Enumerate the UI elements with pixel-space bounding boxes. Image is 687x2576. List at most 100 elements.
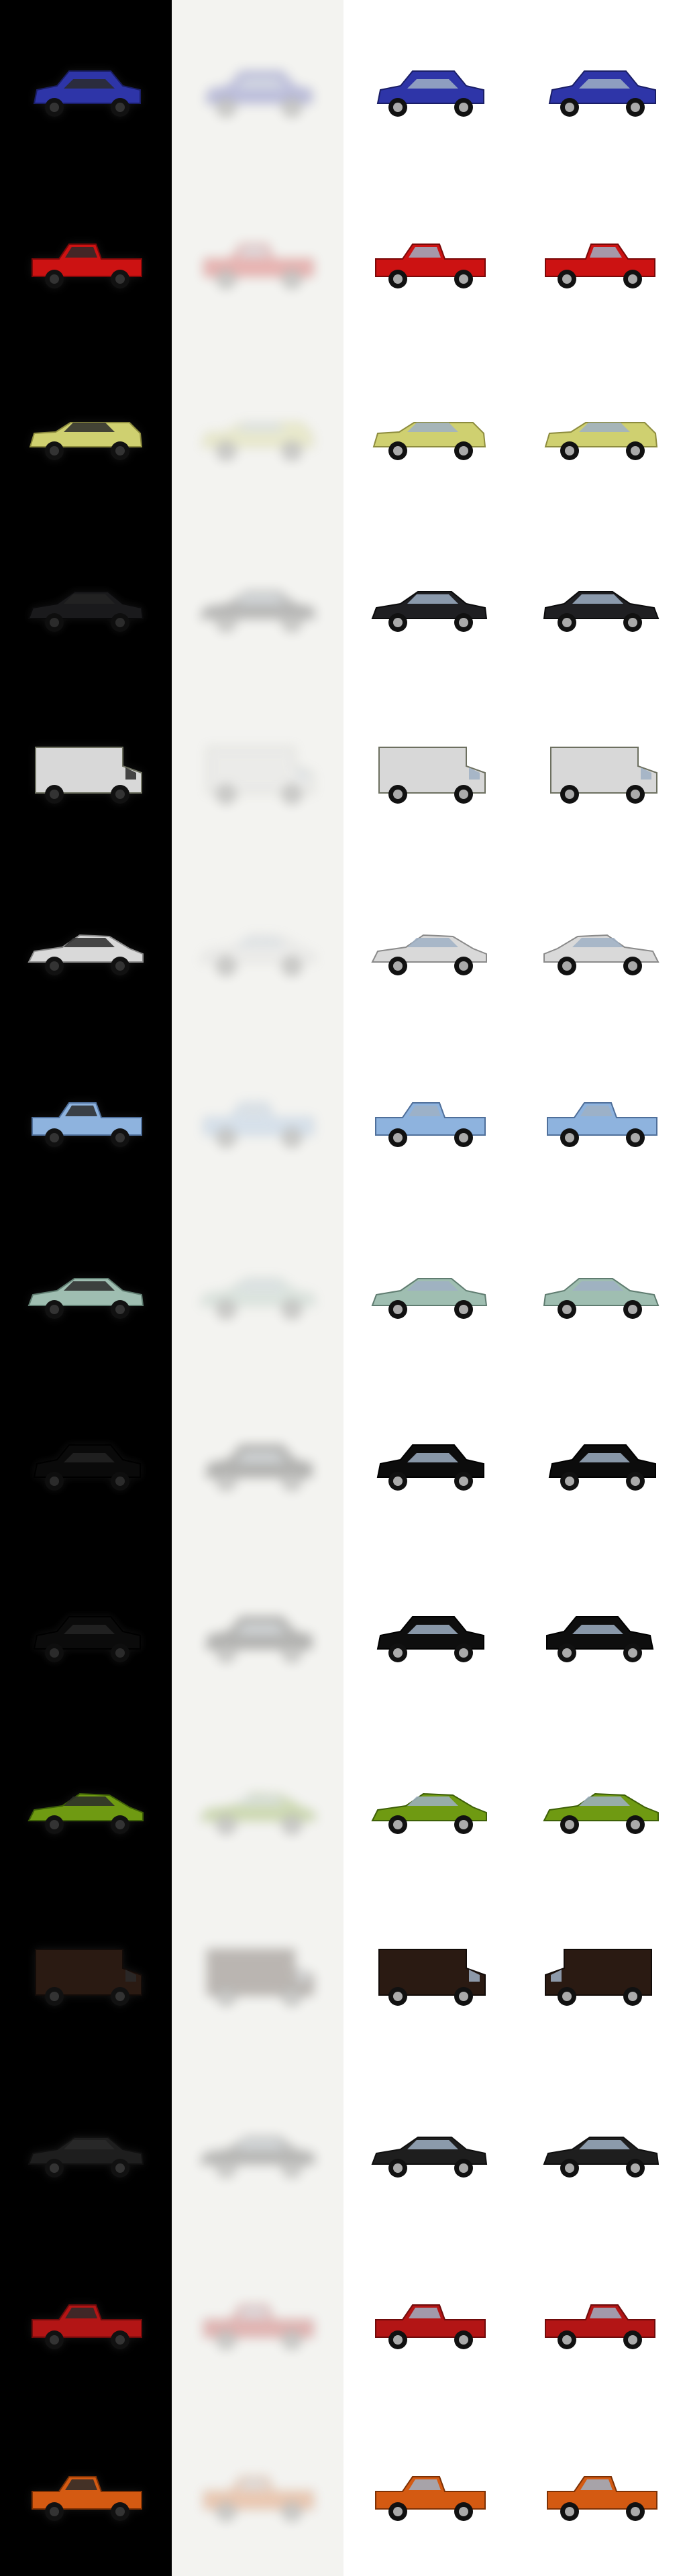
car-render: [544, 422, 658, 460]
thumbnail-black-hatchback-rear-column-side-view: [344, 1546, 515, 1717]
car-render: [543, 1792, 659, 1834]
car-render: [548, 70, 656, 117]
car-render: [203, 1102, 314, 1147]
thumbnail-silver-coupe-column-blurred-render: [172, 859, 344, 1030]
thumbnail-brown-delivery-van-column-dark-render: [0, 1889, 172, 2061]
thumbnail-green-sports-car-column-blurred-render: [172, 1717, 344, 1889]
thumbnail-red-pickup-column-side-view: [344, 172, 515, 343]
car-render: [201, 422, 315, 460]
car-render: [371, 934, 487, 975]
thumbnail-black-sedan-column-side-view: [344, 515, 515, 687]
car-render: [28, 1278, 144, 1319]
thumbnail-red-monster-pickup-column-alt-view: [515, 2233, 687, 2404]
thumbnail-black-sedan-column-dark-render: [0, 515, 172, 687]
thumbnail-black-hatchback-rear-column-dark-render: [0, 1546, 172, 1717]
car-render: [376, 70, 484, 117]
thumbnail-red-pickup-column-blurred-render: [172, 172, 344, 343]
car-render: [547, 1102, 657, 1147]
car-render: [207, 747, 314, 804]
car-render: [205, 1616, 313, 1662]
car-render: [545, 2304, 655, 2349]
thumbnail-silver-coupe-column-alt-view: [515, 859, 687, 1030]
car-render: [199, 591, 316, 632]
car-render: [207, 1949, 314, 2006]
car-render: [545, 1949, 652, 2006]
car-render: [203, 2304, 314, 2349]
thumbnail-red-monster-pickup-column-side-view: [344, 2233, 515, 2404]
car-render: [35, 1949, 142, 2006]
car-render: [199, 1792, 315, 1834]
thumbnail-red-monster-pickup-column-blurred-render: [172, 2233, 344, 2404]
thumbnail-green-muscle-car-column-blurred-render: [172, 1202, 344, 1374]
column-dark-render: [0, 0, 172, 2576]
car-render: [33, 1616, 141, 1662]
thumbnail-brown-delivery-van-column-blurred-render: [172, 1889, 344, 2061]
column-alt-view: [515, 0, 687, 2576]
thumbnail-black-police-car-column-dark-render: [0, 2061, 172, 2233]
car-render: [543, 1278, 659, 1319]
car-render: [378, 1949, 486, 2006]
thumbnail-white-utility-truck-column-blurred-render: [172, 687, 344, 859]
car-render: [378, 747, 486, 804]
thumbnail-black-hatchback-column-alt-view: [515, 1374, 687, 1546]
car-render: [32, 2476, 142, 2521]
car-render: [375, 244, 486, 288]
thumbnail-red-pickup-column-dark-render: [0, 172, 172, 343]
thumbnail-blue-hatchback-column-dark-render: [0, 0, 172, 172]
car-render: [371, 1278, 488, 1319]
car-render: [32, 2304, 142, 2349]
car-render: [203, 244, 314, 288]
thumbnail-black-hatchback-column-dark-render: [0, 1374, 172, 1546]
thumbnail-yellow-wagon-column-alt-view: [515, 343, 687, 515]
thumbnail-black-sedan-column-blurred-render: [172, 515, 344, 687]
thumbnail-blue-hatchback-column-blurred-render: [172, 0, 344, 172]
thumbnail-yellow-wagon-column-blurred-render: [172, 343, 344, 515]
thumbnail-black-hatchback-rear-column-alt-view: [515, 1546, 687, 1717]
car-render: [28, 2137, 144, 2178]
column-blurred-render: [172, 0, 344, 2576]
car-render: [199, 934, 315, 975]
thumbnail-green-muscle-car-column-alt-view: [515, 1202, 687, 1374]
thumbnail-black-sedan-column-alt-view: [515, 515, 687, 687]
car-render: [543, 2137, 659, 2178]
car-render: [28, 1792, 144, 1834]
car-render: [546, 1616, 654, 1662]
thumbnail-black-hatchback-column-side-view: [344, 1374, 515, 1546]
car-render: [35, 747, 142, 804]
car-render: [371, 1792, 487, 1834]
car-render: [371, 2137, 488, 2178]
thumbnail-yellow-wagon-column-dark-render: [0, 343, 172, 515]
thumbnail-light-blue-pickup-column-side-view: [344, 1030, 515, 1202]
car-render: [32, 244, 142, 288]
car-render: [29, 422, 143, 460]
car-render: [547, 2476, 657, 2521]
thumbnail-black-hatchback-rear-column-blurred-render: [172, 1546, 344, 1717]
thumbnail-green-sports-car-column-side-view: [344, 1717, 515, 1889]
car-render: [32, 1102, 142, 1147]
car-render: [375, 2476, 486, 2521]
thumbnail-white-utility-truck-column-alt-view: [515, 687, 687, 859]
car-render: [371, 591, 488, 632]
thumbnail-brown-delivery-van-column-alt-view: [515, 1889, 687, 2061]
car-render: [545, 244, 655, 288]
thumbnail-white-utility-truck-column-side-view: [344, 687, 515, 859]
thumbnail-orange-pickup-column-side-view: [344, 2404, 515, 2576]
thumbnail-yellow-wagon-column-side-view: [344, 343, 515, 515]
thumbnail-green-sports-car-column-alt-view: [515, 1717, 687, 1889]
thumbnail-red-monster-pickup-column-dark-render: [0, 2233, 172, 2404]
car-render: [376, 1616, 484, 1662]
thumbnail-silver-coupe-column-side-view: [344, 859, 515, 1030]
comparison-grid: [0, 0, 687, 2576]
car-render: [33, 1444, 141, 1491]
thumbnail-black-police-car-column-blurred-render: [172, 2061, 344, 2233]
thumbnail-black-police-car-column-side-view: [344, 2061, 515, 2233]
car-render: [28, 934, 144, 975]
car-render: [205, 1444, 313, 1491]
thumbnail-blue-hatchback-column-alt-view: [515, 0, 687, 172]
thumbnail-green-muscle-car-column-side-view: [344, 1202, 515, 1374]
thumbnail-black-hatchback-column-blurred-render: [172, 1374, 344, 1546]
thumbnail-orange-pickup-column-alt-view: [515, 2404, 687, 2576]
car-render: [28, 591, 144, 632]
thumbnail-green-muscle-car-column-dark-render: [0, 1202, 172, 1374]
thumbnail-silver-coupe-column-dark-render: [0, 859, 172, 1030]
